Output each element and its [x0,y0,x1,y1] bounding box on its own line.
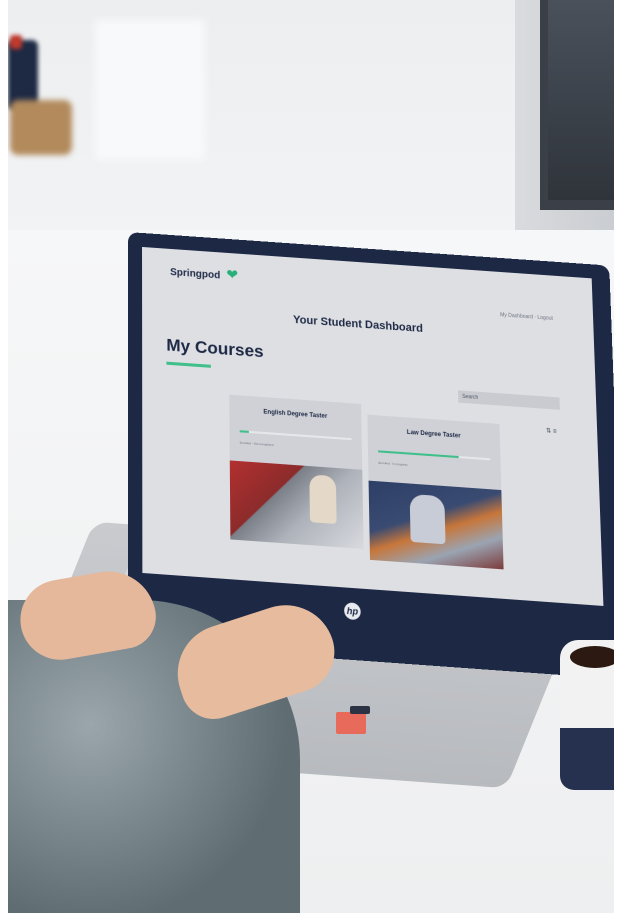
search-input[interactable]: Search [458,390,560,410]
progress-fill [239,430,249,433]
student-figure [309,474,337,525]
blurred-paper [95,20,205,160]
course-card[interactable]: English Degree Taster Enrolled · Not com… [229,394,364,549]
course-meta: Enrolled · Not completed [239,440,274,448]
filter-link[interactable] [166,361,211,368]
blurred-basket [10,100,72,155]
image-border [614,0,620,913]
coffee-mug [560,640,620,790]
image-border [0,0,8,913]
course-card[interactable]: Law Degree Taster Enrolled · In progress [367,414,504,570]
hp-logo: hp [344,602,361,621]
student-figure [409,493,446,545]
progress-fill [378,450,459,459]
page-title: Your Student Dashboard [293,313,424,336]
sort-icon[interactable]: ⇅ ≡ [546,427,557,435]
course-title: Law Degree Taster [406,429,461,440]
progress-bar [378,450,491,461]
photo-scene: Springpod ❤ My Dashboard · Logout Your S… [0,0,620,913]
course-title: English Degree Taster [263,409,328,420]
brand-logo-text[interactable]: Springpod [170,267,220,282]
blurred-object [10,35,22,49]
course-image [229,460,364,549]
window-glass [548,0,614,200]
laptop-screen: Springpod ❤ My Dashboard · Logout Your S… [142,246,604,606]
course-meta: Enrolled · In progress [378,460,408,467]
laptop-sticker [336,712,366,734]
laptop-sticker [350,706,370,714]
coffee [570,646,620,668]
my-courses-heading: My Courses [166,335,264,362]
header-links[interactable]: My Dashboard · Logout [500,312,553,322]
brand-heart-icon: ❤ [226,265,239,283]
progress-bar [239,430,352,441]
mug-base [560,728,620,790]
